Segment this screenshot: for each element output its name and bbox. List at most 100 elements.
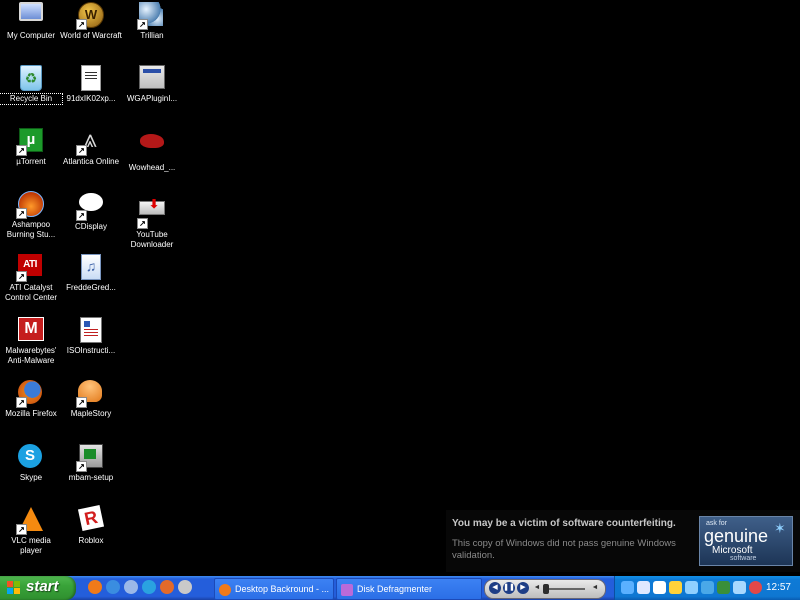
document-icon	[78, 65, 104, 91]
firefox-icon: ↗	[16, 380, 44, 408]
utorrent-icon: µ ↗	[16, 128, 44, 156]
wow-icon: W ↗	[76, 2, 104, 30]
desktop-icon-cdisplay[interactable]: ↗ CDisplay	[60, 191, 122, 232]
desktop-icon-world-of-warcraft[interactable]: W ↗ World of Warcraft	[60, 2, 122, 41]
vlc-cone-icon: ↗	[16, 507, 44, 535]
desktop-icon-label: WGAPluginI...	[126, 94, 178, 103]
desktop-icon-label: FreddeGred...	[66, 283, 116, 292]
desktop-icon-label: VLC media player	[11, 536, 51, 555]
speaker-icon[interactable]: ◄	[589, 582, 601, 594]
desktop-icon-utorrent[interactable]: µ ↗ µTorrent	[0, 128, 62, 167]
wowhead-icon	[139, 134, 165, 160]
skype-quicklaunch-icon[interactable]	[142, 580, 156, 594]
maplestory-icon: ↗	[76, 380, 104, 408]
previous-icon[interactable]: ◀	[489, 582, 501, 594]
desktop-icon-label: Atlantica Online	[62, 157, 120, 166]
desktop-icon-firefox[interactable]: ↗ Mozilla Firefox	[0, 380, 62, 419]
desktop-icon-label: World of Warcraft	[60, 31, 122, 40]
shortcut-arrow-icon: ↗	[16, 145, 27, 156]
desktop-icon-label: Recycle Bin	[0, 93, 63, 105]
recycle-bin-icon: ♻	[18, 65, 44, 91]
desktop-icon-mbam-setup[interactable]: ↗ mbam-setup	[60, 444, 122, 483]
installer-icon	[139, 65, 165, 91]
desktop-icon-wowhead[interactable]: Wowhead_...	[121, 128, 183, 173]
tray-mail-icon[interactable]	[653, 581, 666, 594]
tray-shield-icon[interactable]	[717, 581, 730, 594]
desktop-icon-atlantica[interactable]: ⩓ ↗ Atlantica Online	[60, 128, 122, 167]
desktop-icon-label: µTorrent	[16, 157, 46, 166]
shortcut-arrow-icon: ↗	[137, 19, 148, 30]
installer-icon: ↗	[76, 444, 104, 472]
desktop-icon-youtube-downloader[interactable]: ⬇ ↗ YouTube Downloader	[121, 191, 183, 250]
shortcut-arrow-icon: ↗	[76, 19, 87, 30]
speech-bubble-icon: ↗	[76, 193, 104, 221]
desktop-icon-trillian[interactable]: ↗ Trillian	[121, 2, 183, 41]
tray-security-alert-icon[interactable]	[749, 581, 762, 594]
desktop-icon-label: ISOInstructi...	[66, 346, 116, 355]
audio-file-icon: ♫	[78, 254, 104, 280]
genuine-notification[interactable]: You may be a victim of software counterf…	[446, 510, 800, 572]
maple-quicklaunch-icon[interactable]	[160, 580, 174, 594]
ie-quicklaunch-icon[interactable]	[106, 580, 120, 594]
windows-flag-icon	[7, 581, 21, 595]
desktop-icon-label: Skype	[19, 473, 43, 482]
desktop-icon-ashampoo[interactable]: ↗ Ashampoo Burning Stu...	[0, 191, 62, 240]
badge-line2: genuine	[704, 526, 769, 546]
tray-network-icon[interactable]	[621, 581, 634, 594]
desktop-icon-maplestory[interactable]: ↗ MapleStory	[60, 380, 122, 419]
media-player-toolbar: ◀ ❚❚ ▶ ◄ ◄	[484, 579, 606, 599]
desktop-icon-label: MapleStory	[70, 409, 112, 418]
desktop-icon-fredde[interactable]: ♫ FreddeGred...	[60, 254, 122, 293]
start-label: start	[26, 578, 59, 595]
my-computer-icon	[18, 2, 44, 28]
tray-messenger-icon[interactable]	[733, 581, 746, 594]
skype-icon: S	[18, 444, 44, 470]
desktop-icon-label: Malwarebytes' Anti-Malware	[5, 346, 57, 365]
clock: 12:57	[765, 582, 791, 593]
shortcut-arrow-icon: ↗	[16, 397, 27, 408]
desktop-icon-label: Mozilla Firefox	[5, 409, 57, 418]
trillian-icon: ↗	[137, 2, 165, 30]
system-tray: 12:57	[614, 576, 800, 600]
desktop-icon-ati-catalyst[interactable]: ATI ↗ ATI Catalyst Control Center	[0, 254, 62, 303]
task-label: Disk Defragmenter	[357, 584, 433, 594]
tray-update-icon[interactable]	[637, 581, 650, 594]
taskbar-button-firefox[interactable]: Desktop Backround - ...	[214, 578, 334, 600]
desktop-icon-roblox[interactable]: R Roblox	[60, 504, 122, 546]
tray-folder-icon[interactable]	[669, 581, 682, 594]
tray-bluetooth-icon[interactable]	[701, 581, 714, 594]
firefox-quicklaunch-icon[interactable]	[88, 580, 102, 594]
document-icon	[78, 317, 104, 343]
genuine-microsoft-badge[interactable]: ask for genuine Microsoft software ✶	[699, 516, 793, 566]
atlantica-quicklaunch-icon[interactable]	[178, 580, 192, 594]
media-quicklaunch-icon[interactable]	[124, 580, 138, 594]
download-icon: ⬇ ↗	[137, 197, 165, 229]
volume-slider-track[interactable]	[545, 588, 585, 590]
desktop-icon-malwarebytes[interactable]: M Malwarebytes' Anti-Malware	[0, 317, 62, 366]
start-button[interactable]: start	[0, 576, 76, 600]
desktop-icon-wgaplugin[interactable]: WGAPluginI...	[121, 65, 183, 104]
desktop-icon-skype[interactable]: S Skype	[0, 444, 62, 483]
taskbar-button-defrag[interactable]: Disk Defragmenter	[336, 578, 482, 600]
pause-icon[interactable]: ❚❚	[503, 582, 515, 594]
shortcut-arrow-icon: ↗	[16, 208, 27, 219]
tray-star-icon[interactable]	[685, 581, 698, 594]
desktop-icon-91dx[interactable]: 91dxIK02xp...	[60, 65, 122, 104]
desktop-icon-vlc[interactable]: ↗ VLC media player	[0, 507, 62, 556]
shortcut-arrow-icon: ↗	[16, 524, 27, 535]
desktop-icon-iso-instructions[interactable]: ISOInstructi...	[60, 317, 122, 356]
ashampoo-icon: ↗	[16, 191, 44, 219]
desktop-icon-my-computer[interactable]: My Computer	[0, 2, 62, 41]
desktop-icon-recycle-bin[interactable]: ♻ Recycle Bin	[0, 65, 63, 105]
volume-slider-thumb[interactable]	[543, 584, 549, 594]
desktop-icon-label: My Computer	[6, 31, 55, 40]
desktop-icon-label: mbam-setup	[68, 473, 114, 482]
volume-icon[interactable]: ◄	[531, 582, 543, 594]
firefox-icon	[219, 583, 231, 596]
shortcut-arrow-icon: ↗	[16, 271, 27, 282]
shortcut-arrow-icon: ↗	[76, 145, 87, 156]
desktop-icon-label: YouTube Downloader	[130, 230, 174, 249]
desktop-icon-label: Trillian	[140, 31, 164, 40]
next-icon[interactable]: ▶	[517, 582, 529, 594]
taskbar: start Desktop Backround - ... Disk Defra…	[0, 576, 800, 600]
